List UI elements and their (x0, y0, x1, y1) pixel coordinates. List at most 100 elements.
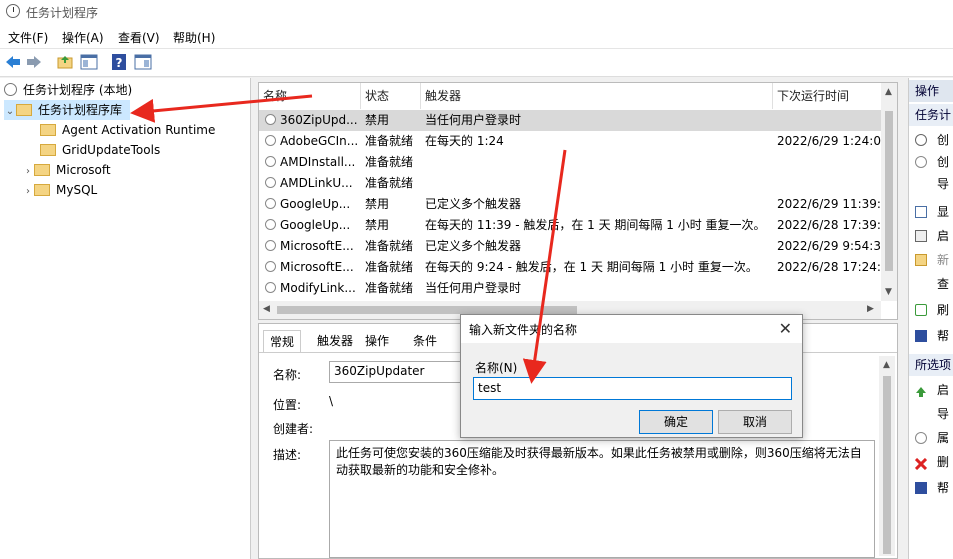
properties-icon[interactable] (134, 53, 152, 71)
action-item[interactable]: 导 (915, 174, 949, 194)
scroll-up-icon[interactable]: ▲ (885, 87, 892, 97)
action-item[interactable]: 启 (915, 226, 949, 246)
tab-general[interactable]: 常规 (263, 330, 302, 353)
tree-root[interactable]: 任务计划程序 (本地) (4, 80, 132, 100)
action-label: 创 (937, 133, 950, 147)
action-item[interactable]: 查 (915, 274, 949, 294)
action-item[interactable]: 新 (915, 250, 949, 270)
task-trigger: 已定义多个触发器 (425, 239, 522, 253)
tree-item-microsoft[interactable]: › Microsoft (22, 160, 111, 180)
tree-item-label: Agent Activation Runtime (62, 123, 216, 137)
author-label: 创建者: (273, 422, 314, 436)
table-row[interactable]: ModifyLink... 准备就绪 当任何用户登录时 (259, 278, 881, 299)
task-clock-icon (265, 198, 276, 209)
column-header-next-run[interactable]: 下次运行时间 (773, 83, 881, 109)
menu-file[interactable]: 文件(F) (8, 29, 48, 46)
vertical-scrollbar[interactable]: ▲ ▼ (881, 83, 897, 301)
table-row[interactable]: GoogleUp... 禁用 已定义多个触发器 2022/6/29 11:39:… (259, 194, 881, 215)
task-clock-icon (265, 282, 276, 293)
tree-item-gridupdatetools[interactable]: GridUpdateTools (40, 140, 160, 160)
action-label: 帮 (937, 481, 950, 495)
actions-header: 操作 (909, 80, 953, 102)
help-icon[interactable]: ? (110, 53, 128, 71)
view-icon (915, 278, 927, 290)
table-row[interactable]: MicrosoftE... 准备就绪 在每天的 9:24 - 触发后，在 1 天… (259, 257, 881, 278)
task-name: AMDInstall... (280, 155, 356, 169)
action-item[interactable]: 启 (915, 380, 949, 400)
delete-icon (914, 456, 928, 470)
table-row[interactable]: AdobeGCIn... 准备就绪 在每天的 1:24 2022/6/29 1:… (259, 131, 881, 152)
menu-view[interactable]: 查看(V) (118, 29, 160, 46)
chevron-right-icon[interactable]: › (22, 182, 34, 202)
scroll-thumb[interactable] (277, 306, 577, 314)
tab-conditions[interactable]: 条件 (407, 330, 443, 352)
task-next-run: 2022/6/28 17:24:3 (777, 260, 881, 274)
svg-text:?: ? (116, 56, 123, 70)
menu-bar: 文件(F) 操作(A) 查看(V) 帮助(H) (0, 24, 953, 49)
folder-name-input[interactable]: test (473, 377, 792, 400)
tab-triggers[interactable]: 触发器 (311, 330, 359, 352)
tree-item-agent-activation-runtime[interactable]: Agent Activation Runtime (40, 120, 215, 140)
ok-button[interactable]: 确定 (639, 410, 713, 434)
back-icon[interactable] (4, 53, 22, 71)
action-item[interactable]: 删 (914, 452, 949, 472)
column-header-name[interactable]: 名称 (259, 83, 361, 109)
task-status: 准备就绪 (365, 239, 414, 253)
up-folder-icon[interactable] (56, 53, 74, 71)
table-row[interactable]: 360ZipUpd... 禁用 当任何用户登录时 (259, 110, 881, 131)
column-header-trigger[interactable]: 触发器 (421, 83, 773, 109)
tree-root-label: 任务计划程序 (本地) (23, 83, 133, 97)
scroll-down-icon[interactable]: ▼ (885, 287, 892, 297)
action-label: 新 (937, 253, 950, 267)
task-name: AdobeGCIn... (280, 134, 359, 148)
table-row[interactable]: AMDInstall... 准备就绪 (259, 152, 881, 173)
action-item[interactable]: 属 (915, 428, 949, 448)
action-label: 查 (937, 277, 950, 291)
folder-icon (34, 163, 50, 176)
task-clock-icon (265, 219, 276, 230)
close-icon[interactable]: ✕ (779, 319, 792, 338)
table-row[interactable]: GoogleUp... 禁用 在每天的 11:39 - 触发后，在 1 天 期间… (259, 215, 881, 236)
action-item[interactable]: 创 (915, 152, 949, 172)
scroll-up-icon[interactable]: ▲ (883, 360, 890, 370)
detail-scrollbar[interactable]: ▲ (879, 356, 895, 556)
action-label: 导 (937, 177, 950, 191)
action-label: 启 (937, 229, 950, 243)
action-item[interactable]: 显 (915, 202, 949, 222)
task-name: ModifyLink... (280, 281, 356, 295)
export-icon (915, 408, 927, 420)
action-item[interactable]: 帮 (915, 478, 949, 498)
name-field[interactable]: 360ZipUpdater (329, 361, 469, 383)
chevron-down-icon[interactable]: ⌄ (4, 102, 16, 122)
action-item[interactable]: 创 (915, 130, 949, 150)
task-trigger: 当任何用户登录时 (425, 113, 522, 127)
forward-icon[interactable] (25, 53, 43, 71)
menu-help[interactable]: 帮助(H) (173, 29, 215, 46)
task-name: 360ZipUpd... (280, 113, 358, 127)
tree-item-label: GridUpdateTools (62, 143, 161, 157)
new-folder-dialog: 输入新文件夹的名称 ✕ 名称(N) test 确定 取消 (460, 314, 803, 438)
show-pane-icon[interactable] (80, 53, 98, 71)
task-trigger: 在每天的 1:24 (425, 134, 504, 148)
new-folder-icon (915, 253, 927, 266)
chevron-right-icon[interactable]: › (22, 162, 34, 182)
tree-item-mysql[interactable]: › MySQL (22, 180, 97, 200)
cancel-button[interactable]: 取消 (718, 410, 792, 434)
menu-action[interactable]: 操作(A) (62, 29, 104, 46)
scroll-thumb[interactable] (885, 111, 893, 271)
table-row[interactable]: AMDLinkU... 准备就绪 (259, 173, 881, 194)
action-item[interactable]: 刷 (915, 300, 949, 320)
scroll-thumb[interactable] (883, 376, 891, 554)
tab-actions[interactable]: 操作 (359, 330, 395, 352)
table-row[interactable]: MicrosoftE... 准备就绪 已定义多个触发器 2022/6/29 9:… (259, 236, 881, 257)
tree-item-library[interactable]: ⌄ 任务计划程序库 (4, 100, 130, 120)
action-item[interactable]: 导 (915, 404, 949, 424)
scroll-left-icon[interactable]: ◀ (263, 304, 270, 314)
task-clock-icon (265, 261, 276, 272)
scroll-right-icon[interactable]: ▶ (867, 304, 874, 314)
title-bar: 任务计划程序 (0, 0, 953, 24)
description-field[interactable]: 此任务可使您安装的360压缩能及时获得最新版本。如果此任务被禁用或删除，则360… (329, 440, 875, 558)
action-item[interactable]: 帮 (915, 326, 949, 346)
column-header-status[interactable]: 状态 (361, 83, 421, 109)
task-next-run: 2022/6/29 11:39:2 (777, 197, 881, 211)
